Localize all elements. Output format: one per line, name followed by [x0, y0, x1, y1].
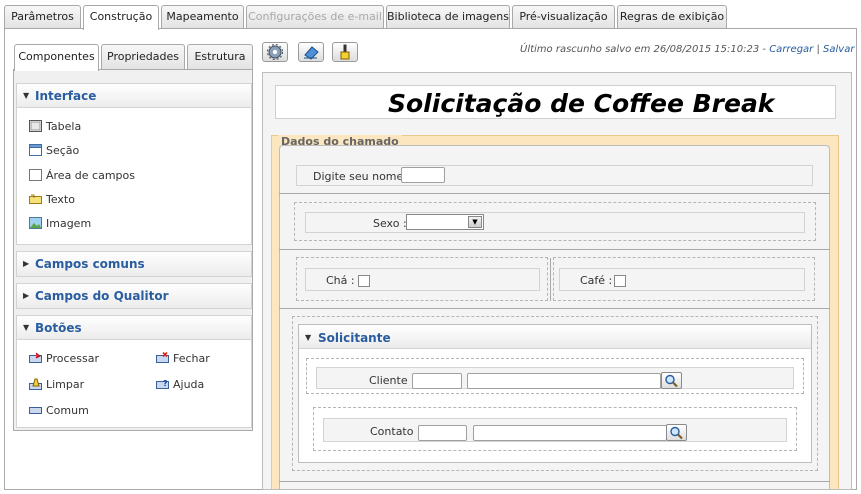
row-divider	[279, 308, 830, 309]
component-imagem[interactable]: Imagem	[29, 215, 91, 233]
subsection-title: Solicitante	[318, 331, 391, 345]
contact-name-input[interactable]	[473, 425, 667, 441]
component-tabela[interactable]: Tabela	[29, 118, 81, 136]
tab-parametros[interactable]: Parâmetros	[4, 5, 81, 29]
form-canvas: Solicitação de Coffee Break Dados do cha…	[262, 72, 852, 490]
close-icon	[156, 351, 169, 364]
broom-icon	[29, 378, 42, 390]
format-button[interactable]	[332, 42, 358, 62]
contact-search-button[interactable]	[666, 424, 687, 441]
clear-button[interactable]	[298, 42, 324, 62]
tab-biblioteca-imagens[interactable]: Biblioteca de imagens	[386, 5, 510, 29]
section-interface: ▼ Interface Tabela Seção Área de campos …	[16, 83, 252, 245]
component-ajuda[interactable]: ? Ajuda	[156, 376, 204, 394]
coffee-checkbox[interactable]	[614, 275, 626, 287]
tab-componentes[interactable]: Componentes	[14, 44, 99, 71]
tab-mapeamento[interactable]: Mapeamento	[161, 5, 244, 29]
client-name-input[interactable]	[467, 373, 661, 389]
subsection-header[interactable]: ▼ Solicitante	[299, 325, 811, 349]
component-secao[interactable]: Seção	[29, 142, 79, 160]
tea-checkbox[interactable]	[358, 275, 370, 287]
tab-construcao[interactable]: Construção	[83, 5, 159, 30]
draft-status: Último rascunho salvo em 26/08/2015 15:1…	[520, 44, 854, 55]
button-icon	[29, 404, 42, 416]
component-texto[interactable]: Texto	[29, 191, 75, 209]
search-icon	[662, 374, 681, 391]
section-campos-comuns[interactable]: ▶ Campos comuns	[16, 251, 252, 277]
draft-status-text: Último rascunho salvo em 26/08/2015 15:1…	[520, 44, 767, 55]
svg-text:?: ?	[163, 379, 168, 388]
text-icon	[29, 193, 42, 205]
field-area-icon	[29, 169, 42, 181]
section-botoes-header[interactable]: ▼ Botões	[17, 316, 251, 340]
name-label: Digite seu nome :	[313, 170, 411, 183]
name-input[interactable]	[401, 167, 445, 183]
draft-separator: |	[816, 44, 820, 55]
image-icon	[29, 217, 42, 229]
chevron-right-icon: ▶	[23, 259, 30, 268]
chevron-down-icon: ▼	[23, 91, 30, 100]
row-divider	[279, 249, 830, 250]
component-processar[interactable]: Processar	[29, 350, 99, 368]
row-divider	[279, 193, 830, 194]
help-icon: ?	[156, 378, 169, 390]
save-draft-link[interactable]: Salvar	[823, 44, 854, 55]
brush-icon	[333, 44, 357, 64]
chevron-down-icon: ▼	[305, 333, 312, 342]
chevron-down-icon: ▼	[23, 323, 30, 332]
section-campos-qualitor[interactable]: ▶ Campos do Qualitor	[16, 283, 252, 309]
contact-label: Contato :	[370, 425, 421, 438]
form-title-box[interactable]: Solicitação de Coffee Break	[275, 85, 836, 119]
sex-select[interactable]: ▼	[406, 214, 484, 230]
section-campos-qualitor-header[interactable]: ▶ Campos do Qualitor	[17, 284, 251, 308]
component-fechar[interactable]: Fechar	[156, 350, 210, 368]
form-title: Solicitação de Coffee Break	[388, 89, 775, 118]
sex-label: Sexo :	[373, 217, 407, 230]
components-panel: ▼ Interface Tabela Seção Área de campos …	[13, 69, 253, 431]
table-icon	[29, 120, 42, 132]
load-draft-link[interactable]: Carregar	[769, 44, 813, 55]
tea-label: Chá :	[326, 274, 355, 287]
client-label: Cliente :	[369, 374, 415, 387]
client-search-button[interactable]	[661, 372, 682, 389]
section-botoes: ▼ Botões Processar Fechar Limpar ? Ajuda …	[16, 315, 252, 428]
section-interface-header[interactable]: ▼ Interface	[17, 84, 251, 108]
chevron-down-icon: ▼	[468, 216, 482, 228]
process-icon	[29, 352, 42, 364]
coffee-label: Café :	[580, 274, 613, 287]
component-comum[interactable]: Comum	[29, 402, 89, 420]
section-icon	[29, 144, 42, 156]
section-interface-title: Interface	[35, 89, 97, 103]
contact-code-input[interactable]	[418, 425, 467, 441]
tab-propriedades[interactable]: Propriedades	[101, 44, 185, 70]
search-icon	[667, 426, 686, 443]
tab-regras-exibicao[interactable]: Regras de exibição	[617, 5, 727, 29]
component-limpar[interactable]: Limpar	[29, 376, 84, 394]
settings-button[interactable]	[262, 42, 288, 62]
row-divider	[279, 481, 830, 482]
eraser-icon	[299, 46, 323, 64]
section-campos-comuns-header[interactable]: ▶ Campos comuns	[17, 252, 251, 276]
component-area-campos[interactable]: Área de campos	[29, 167, 135, 185]
tab-configuracoes-email: Configurações de e-mail	[246, 5, 384, 29]
chevron-right-icon: ▶	[23, 291, 30, 300]
tab-pre-visualizacao[interactable]: Pré-visualização	[512, 5, 615, 29]
column-divider	[550, 258, 551, 301]
settings-icon	[263, 44, 287, 64]
tab-estrutura[interactable]: Estrutura	[187, 44, 253, 70]
client-code-input[interactable]	[412, 373, 462, 389]
